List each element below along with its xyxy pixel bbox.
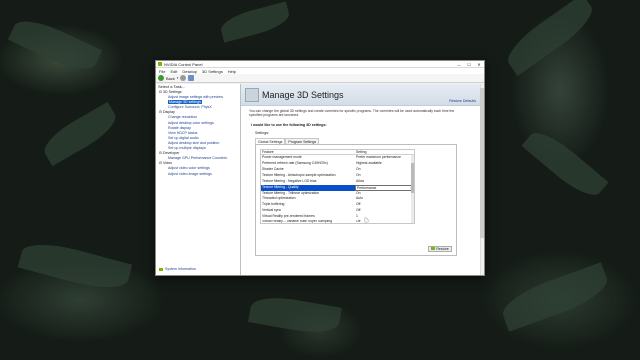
setting-value: On — [356, 190, 361, 195]
section-heading: I would like to use the following 3D set… — [251, 122, 327, 127]
table-scrollbar-thumb[interactable] — [411, 163, 414, 194]
setting-value: On — [356, 167, 361, 172]
feature-column-header: Feature — [262, 149, 274, 154]
page-title: Manage 3D Settings — [262, 89, 344, 100]
restore-button-label: Restore — [436, 246, 449, 251]
menu-3d-settings[interactable]: 3D Settings — [202, 69, 223, 74]
background-leaf — [500, 0, 600, 76]
setting-value: Highest available — [356, 161, 382, 166]
background-leaf — [7, 12, 103, 78]
background-leaf — [521, 124, 609, 204]
title-bar[interactable]: NVIDIA Control Panel — ☐ ✕ — [156, 61, 484, 68]
setting-value: Off — [356, 219, 361, 223]
desktop: { "window": {"title": "NVIDIA Control Pa… — [0, 0, 640, 360]
setting-value: Performance — [357, 185, 377, 190]
tree-item-label: Adjust video image settings — [168, 171, 212, 176]
tree-item-label: Manage 3D settings — [168, 100, 202, 105]
back-button[interactable]: Back — [166, 76, 175, 81]
setting-value: 1 — [356, 213, 358, 218]
tree-item-label: Change resolution — [168, 115, 198, 120]
system-information-link[interactable]: System Information — [159, 267, 196, 271]
tree-item-label: Set up multiple displays — [168, 146, 206, 151]
background-leaf — [497, 262, 613, 332]
background-leaf — [38, 101, 122, 167]
tree-item-label: Manage GPU Performance Counters — [168, 156, 227, 161]
nvidia-control-panel-window: NVIDIA Control Panel — ☐ ✕ File Edit Des… — [155, 60, 485, 276]
task-pane: Select a Task... ⊟ 3D Settings Adjust ima… — [156, 84, 241, 275]
table-scrollbar[interactable] — [411, 155, 414, 223]
minimize-button[interactable]: — — [454, 61, 464, 68]
system-information-label: System Information — [165, 267, 196, 271]
setting-column-header: Setting — [356, 149, 367, 154]
background-leaf — [218, 1, 292, 43]
setting-value: Auto — [356, 196, 363, 201]
menu-help[interactable]: Help — [228, 69, 236, 74]
tree-item-label: Adjust desktop color settings — [168, 120, 214, 125]
tree-item-label: Set up digital audio — [168, 135, 199, 140]
menu-edit[interactable]: Edit — [170, 69, 177, 74]
tree-item-label: Configure Surround, PhysX — [168, 105, 212, 110]
background-leaf — [248, 292, 342, 338]
tree-item-label: Video — [163, 161, 173, 166]
tree-item-label: Adjust image settings with preview — [168, 95, 223, 100]
setting-value: On — [356, 172, 361, 177]
setting-value: Prefer maximum performance — [356, 155, 401, 160]
close-button[interactable]: ✕ — [474, 61, 484, 68]
tree-item-label: Adjust video color settings — [168, 166, 210, 171]
page-description: You can change the global 3D settings an… — [249, 109, 455, 118]
tree-item-label: Rotate display — [168, 125, 191, 130]
setting-value: Allow — [356, 178, 365, 183]
table-row[interactable]: Virtual Reality – Variable Rate Super Sa… — [261, 220, 414, 223]
system-info-icon — [159, 267, 163, 271]
setting-value: Off — [356, 202, 361, 207]
tree-item-label: Display — [163, 110, 175, 115]
menu-desktop[interactable]: Desktop — [182, 69, 197, 74]
page-banner: Manage 3D Settings Restore Defaults — [241, 84, 484, 106]
background-leaf — [17, 236, 133, 296]
forward-arrow-icon[interactable] — [180, 75, 187, 81]
restore-defaults-link[interactable]: Restore Defaults — [449, 99, 476, 103]
tree-item[interactable]: Adjust video image settings — [159, 172, 240, 177]
nvidia-logo-icon — [158, 62, 162, 66]
content-scrollbar[interactable] — [480, 84, 484, 275]
back-arrow-icon[interactable] — [158, 75, 164, 81]
restore-button[interactable]: Restore — [428, 245, 452, 252]
content-pane: Manage 3D Settings Restore Defaults You … — [241, 84, 484, 275]
back-dropdown-icon[interactable]: ▾ — [177, 76, 179, 80]
tree-item-label: View HDCP status — [168, 130, 198, 135]
task-tree: ⊟ 3D Settings Adjust image settings with … — [156, 90, 240, 177]
maximize-button[interactable]: ☐ — [464, 61, 474, 68]
menu-file[interactable]: File — [159, 69, 165, 74]
3d-settings-icon — [245, 87, 259, 102]
home-icon[interactable] — [188, 75, 195, 81]
toolbar: Back ▾ — [156, 74, 484, 83]
nvidia-logo-icon — [431, 247, 436, 251]
window-title: NVIDIA Control Panel — [164, 61, 203, 67]
setting-value: Off — [356, 208, 361, 213]
tree-item-label: Adjust desktop size and position — [168, 140, 220, 145]
tree-item-label: 3D Settings — [163, 90, 182, 94]
content-scrollbar-thumb[interactable] — [480, 88, 484, 238]
feature-cell: Virtual Reality – Variable Rate Super Sa… — [262, 219, 332, 223]
global-settings-panel: Feature Setting Power management mode Pre… — [255, 143, 457, 256]
settings-table: Feature Setting Power management mode Pre… — [260, 148, 415, 224]
tree-item-label: Developer — [163, 151, 180, 156]
settings-label: Settings: — [255, 130, 269, 135]
